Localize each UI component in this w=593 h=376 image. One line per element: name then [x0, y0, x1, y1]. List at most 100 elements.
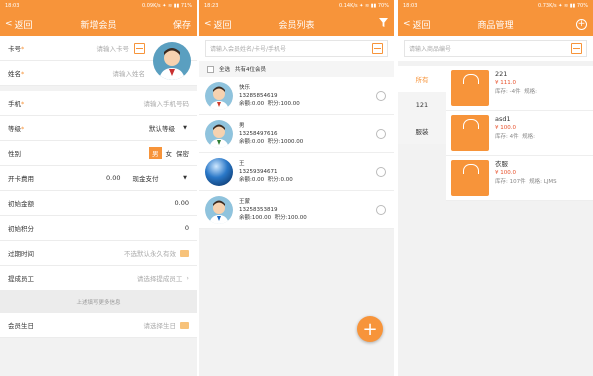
goods-name: 衣服 — [495, 160, 508, 168]
member-row[interactable]: 王 13259394671 余额:0.00 积分:0.00 — [199, 153, 394, 191]
payment-select[interactable]: 现金支付 — [132, 173, 158, 183]
level-select[interactable]: 默认等级 — [149, 123, 175, 133]
category-item[interactable]: 121 — [398, 92, 446, 118]
gender-row: 性别 男 女 保密 — [0, 141, 197, 166]
phone-input[interactable]: 请输入手机号码 — [144, 98, 190, 108]
goods-spec: 规格: LJMS — [529, 179, 557, 185]
member-select-radio[interactable] — [376, 166, 386, 177]
member-row[interactable]: 王蒙 13258353819 余额:100.00 积分:100.00 — [199, 191, 394, 229]
goods-price: ¥ 111.0 — [495, 80, 516, 86]
member-search-input[interactable]: 请输入会员姓名/卡号/手机号 — [210, 44, 286, 53]
avatar-upload[interactable] — [153, 42, 191, 80]
goods-management-screen: 18:03 0.73K/s ✦ ≋ ▮▮ 70% < 返回 商品管理 + 请输入商… — [398, 0, 593, 376]
dropdown-arrow-icon[interactable]: ▼ — [183, 125, 187, 131]
staff-select[interactable]: 请选择提成员工 — [137, 273, 183, 283]
card-fee-label: 开卡费用 — [8, 175, 34, 183]
goods-item[interactable]: 衣服 ¥ 100.0 库存: 107件 规格: LJMS — [446, 156, 593, 201]
expire-input[interactable]: 不选默认永久有效 — [124, 248, 176, 258]
back-label: 返回 — [14, 20, 33, 31]
status-bar: 18:03 0.09K/s ✦ ≋ ▮▮ 71% — [0, 0, 197, 12]
filter-icon[interactable] — [379, 18, 388, 30]
goods-search[interactable]: 请输入商品编号 — [404, 40, 587, 57]
member-select-radio[interactable] — [376, 128, 386, 139]
more-info-hint[interactable]: 上述填写更多信息 — [0, 291, 197, 313]
card-input[interactable]: 请输入卡号 — [97, 43, 130, 53]
goods-item[interactable]: asd1 ¥ 100.0 库存: 4件 规格: — [446, 111, 593, 156]
dropdown-arrow-icon[interactable]: ▼ — [183, 175, 187, 181]
card-fee-row: 开卡费用 0.00 现金支付 ▼ — [0, 166, 197, 191]
calendar-icon[interactable] — [180, 321, 189, 329]
member-points: 积分:100.00 — [267, 100, 300, 107]
add-member-button[interactable]: + — [357, 316, 383, 342]
scan-icon[interactable] — [134, 42, 145, 54]
header-bar: < 返回 会员列表 — [199, 12, 394, 36]
shopping-bag-icon — [451, 160, 489, 196]
chevron-left-icon: < — [5, 19, 13, 29]
goods-spec: 规格: — [524, 89, 537, 95]
birthday-input[interactable]: 请选择生日 — [144, 320, 177, 330]
member-avatar — [205, 195, 233, 224]
init-points-input[interactable]: 0 — [185, 224, 189, 232]
back-label: 返回 — [412, 20, 431, 31]
member-points: 积分:0.00 — [267, 176, 293, 183]
category-item[interactable]: 所有 — [398, 66, 446, 92]
member-row[interactable]: 男 13258497616 余额:0.00 积分:1000.00 — [199, 115, 394, 153]
member-balance: 余额:0.00 — [239, 138, 265, 145]
chevron-right-icon[interactable]: › — [186, 274, 189, 282]
back-button[interactable]: < 返回 — [5, 18, 33, 31]
member-select-radio[interactable] — [376, 90, 386, 101]
goods-name: 221 — [495, 70, 508, 78]
init-amount-input[interactable]: 0.00 — [175, 199, 189, 207]
member-name: 王 — [239, 160, 245, 167]
member-search[interactable]: 请输入会员姓名/卡号/手机号 — [205, 40, 388, 57]
save-button[interactable]: 保存 — [173, 18, 191, 31]
shopping-bag-icon — [451, 115, 489, 151]
back-button[interactable]: < 返回 — [204, 18, 232, 31]
add-member-screen: 18:03 0.09K/s ✦ ≋ ▮▮ 71% < 返回 新增会员 保存 卡号*… — [0, 0, 197, 376]
chevron-left-icon: < — [403, 19, 411, 29]
phone-label: 手机* — [8, 100, 25, 108]
category-sidebar: 所有 121 服装 — [398, 66, 446, 201]
gender-secret-option[interactable]: 保密 — [176, 148, 189, 158]
birthday-row: 会员生日 请选择生日 — [0, 313, 197, 338]
back-button[interactable]: < 返回 — [403, 18, 431, 31]
header-bar: < 返回 新增会员 保存 — [0, 12, 197, 36]
name-input[interactable]: 请输入姓名 — [113, 68, 146, 78]
scan-icon[interactable] — [372, 43, 383, 54]
member-phone: 13258353819 — [239, 206, 278, 213]
member-avatar — [205, 157, 233, 186]
gender-label: 性别 — [8, 150, 21, 158]
member-select-radio[interactable] — [376, 204, 386, 215]
gender-male-option[interactable]: 男 — [149, 147, 162, 159]
member-row[interactable]: 快乐 13285854619 余额:0.00 积分:100.00 — [199, 77, 394, 115]
status-indicators: 0.73K/s ✦ ≋ ▮▮ 70% — [537, 3, 588, 9]
basic-info-group: 卡号* 请输入卡号 姓名* 请输入姓名 — [0, 36, 197, 86]
category-item[interactable]: 服装 — [398, 118, 446, 144]
add-icon[interactable]: + — [576, 18, 587, 30]
member-balance: 余额:0.00 — [239, 176, 265, 183]
scan-icon[interactable] — [571, 43, 582, 54]
select-all-label[interactable]: 全选 — [219, 65, 230, 73]
status-indicators: 0.14K/s ✦ ≋ ▮▮ 70% — [338, 3, 389, 9]
expire-row: 过期时间 不选默认永久有效 — [0, 241, 197, 266]
level-label: 等级* — [8, 125, 25, 133]
member-points: 积分:1000.00 — [267, 138, 304, 145]
status-bar: 18:23 0.14K/s ✦ ≋ ▮▮ 70% — [199, 0, 394, 12]
goods-name: asd1 — [495, 115, 511, 123]
goods-item[interactable]: 221 ¥ 111.0 库存: -4件 规格: — [446, 66, 593, 111]
status-time: 18:03 — [403, 3, 418, 9]
calendar-icon[interactable] — [180, 249, 189, 257]
goods-search-input[interactable]: 请输入商品编号 — [409, 44, 451, 53]
level-row: 等级* 默认等级 ▼ — [0, 116, 197, 141]
member-phone: 13258497616 — [239, 130, 278, 137]
init-points-row: 初始积分 0 — [0, 216, 197, 241]
goods-list: 221 ¥ 111.0 库存: -4件 规格: asd1 ¥ 100.0 库存: 4件 规… — [446, 66, 593, 201]
goods-body: 所有 121 服装 221 ¥ 111.0 库存: -4件 规格: asd1 ¥ 100.0… — [398, 66, 593, 201]
card-fee-input[interactable]: 0.00 — [106, 174, 120, 182]
gender-female-option[interactable]: 女 — [166, 148, 173, 158]
init-amount-label: 初始金额 — [8, 200, 34, 208]
member-phone: 13285854619 — [239, 92, 278, 99]
select-all-checkbox[interactable] — [207, 65, 214, 73]
member-count: 共有4位会员 — [235, 67, 267, 73]
chevron-left-icon: < — [204, 19, 212, 29]
